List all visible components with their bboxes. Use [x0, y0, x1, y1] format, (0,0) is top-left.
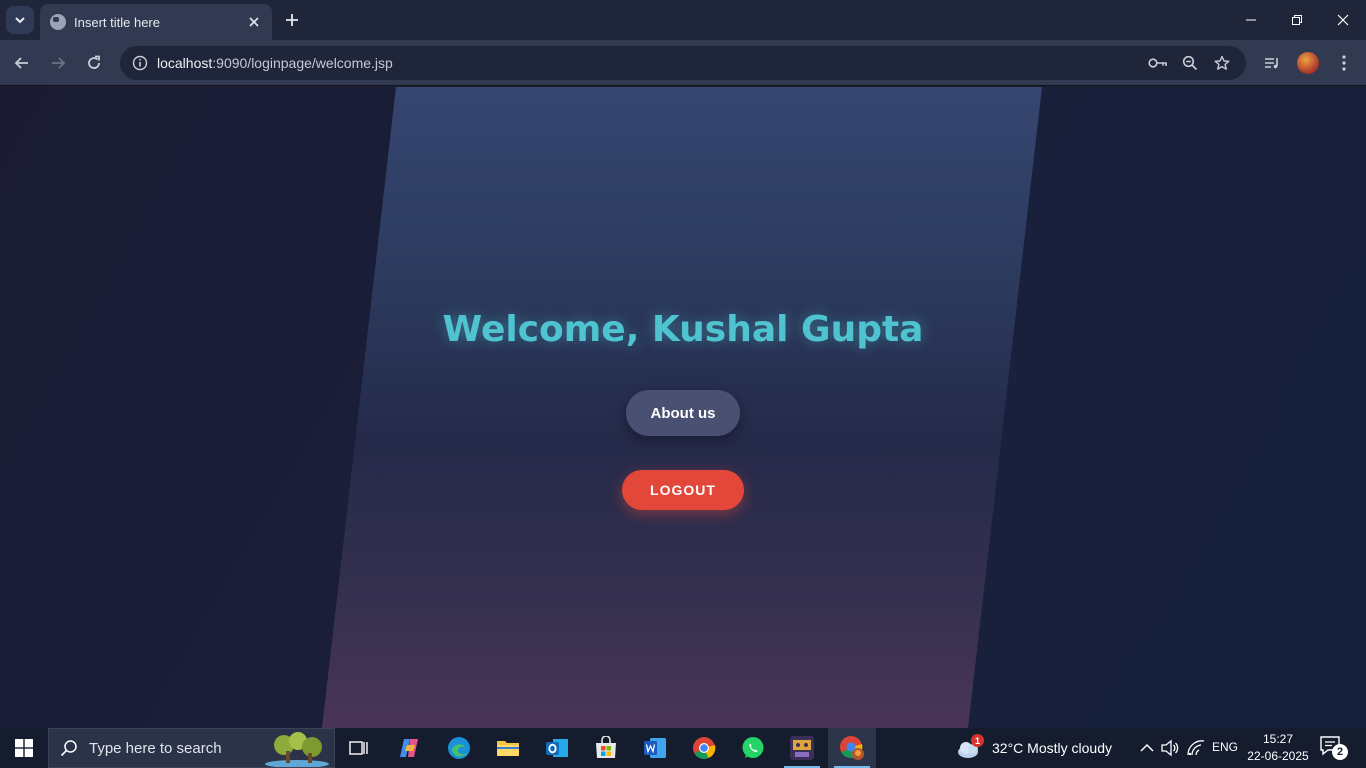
outlook-icon: [546, 739, 568, 757]
whatsapp-button[interactable]: [729, 728, 777, 768]
about-us-button[interactable]: About us: [626, 390, 740, 436]
globe-icon: [50, 14, 66, 30]
taskbar: Type here to search 1 32°C Mostly cloudy…: [0, 728, 1366, 768]
file-explorer-button[interactable]: [484, 728, 532, 768]
tab-title: Insert title here: [74, 14, 160, 30]
windows-logo-icon: [15, 739, 33, 757]
site-info-button[interactable]: [128, 51, 152, 75]
search-icon: [49, 728, 89, 768]
task-view-button[interactable]: [335, 728, 383, 768]
speaker-icon: [1161, 739, 1179, 757]
welcome-heading: Welcome, Kushal Gupta: [442, 309, 924, 350]
reload-icon: [88, 55, 100, 69]
chevron-down-icon: [15, 17, 25, 24]
clock-time: 15:27: [1262, 732, 1294, 746]
password-manager-button[interactable]: [1146, 51, 1170, 75]
whatsapp-icon: [742, 737, 764, 758]
window-close-button[interactable]: [1320, 0, 1366, 40]
browser-toolbar: localhost:9090/loginpage/welcome.jsp: [0, 40, 1366, 86]
tab-close-button[interactable]: [246, 14, 262, 30]
store-icon: [596, 736, 616, 758]
search-placeholder: Type here to search: [89, 739, 222, 757]
address-bar[interactable]: localhost:9090/loginpage/welcome.jsp: [120, 46, 1246, 80]
edge-button[interactable]: [435, 728, 483, 768]
cloud-icon: 1: [956, 734, 984, 760]
browser-menu-button[interactable]: [1330, 49, 1358, 77]
tab-list-button[interactable]: [6, 6, 34, 34]
url-host: localhost: [157, 55, 213, 71]
chrome-profile-icon: [840, 736, 864, 760]
notification-count-badge: 2: [1332, 744, 1348, 760]
microsoft-store-button[interactable]: [582, 728, 630, 768]
copilot-button[interactable]: [386, 728, 434, 768]
search-highlight-art-icon: [265, 732, 329, 767]
show-hidden-icons-button[interactable]: [1137, 738, 1157, 758]
outlook-button[interactable]: [533, 728, 581, 768]
more-vertical-icon: [1342, 55, 1346, 71]
media-control-button[interactable]: [1258, 49, 1286, 77]
word-icon: [644, 738, 666, 758]
profile-button[interactable]: [1294, 49, 1322, 77]
profile-avatar-icon: [1297, 52, 1319, 74]
browser-titlebar: Insert title here: [0, 0, 1366, 40]
close-icon: [1337, 14, 1349, 26]
restore-icon: [1292, 15, 1302, 25]
new-tab-button[interactable]: [280, 8, 304, 32]
chrome-icon: [693, 737, 716, 759]
weather-widget[interactable]: 1 32°C Mostly cloudy: [956, 728, 1112, 768]
welcome-content: Welcome, Kushal Gupta About us LOGOUT: [0, 87, 1366, 728]
chevron-up-icon: [1140, 743, 1154, 752]
star-icon: [1214, 55, 1230, 70]
folder-icon: [497, 741, 519, 756]
minimize-button[interactable]: [1228, 0, 1274, 40]
forward-arrow-icon: [52, 57, 66, 69]
task-view-icon: [349, 741, 368, 755]
restore-button[interactable]: [1274, 0, 1320, 40]
zoom-out-icon: [1182, 55, 1198, 71]
tab-active[interactable]: Insert title here: [40, 4, 272, 40]
weather-text: 32°C Mostly cloudy: [992, 740, 1112, 756]
logout-button[interactable]: LOGOUT: [622, 470, 744, 510]
weather-alert-badge: 1: [971, 734, 984, 747]
zoom-button[interactable]: [1178, 51, 1202, 75]
back-button[interactable]: [8, 49, 36, 77]
media-queue-icon: [1265, 58, 1278, 69]
bookmark-button[interactable]: [1210, 51, 1234, 75]
chrome-button[interactable]: [680, 728, 728, 768]
edge-icon: [448, 737, 470, 759]
minimize-icon: [1246, 19, 1256, 21]
reload-button[interactable]: [80, 49, 108, 77]
url-text: localhost:9090/loginpage/welcome.jsp: [157, 55, 393, 71]
word-button[interactable]: [631, 728, 679, 768]
clock-button[interactable]: 15:27 22-06-2025: [1244, 731, 1312, 765]
game-app-icon: [790, 736, 814, 760]
close-icon: [249, 17, 259, 27]
page-viewport: Welcome, Kushal Gupta About us LOGOUT: [0, 87, 1366, 728]
volume-button[interactable]: [1160, 738, 1180, 758]
start-button[interactable]: [0, 728, 48, 768]
copilot-icon: [400, 739, 418, 757]
clock-date: 22-06-2025: [1247, 749, 1309, 763]
info-icon: [132, 55, 148, 71]
wifi-icon: [1187, 740, 1205, 756]
input-language-button[interactable]: ENG: [1212, 740, 1238, 754]
forward-button[interactable]: [44, 49, 72, 77]
plus-icon: [286, 14, 298, 26]
notification-center-button[interactable]: 2: [1320, 736, 1348, 760]
key-icon: [1148, 58, 1167, 68]
network-button[interactable]: [1186, 738, 1206, 758]
back-arrow-icon: [14, 57, 28, 69]
chrome-profile-button[interactable]: [828, 728, 876, 768]
url-path: :9090/loginpage/welcome.jsp: [212, 55, 393, 71]
game-app-button[interactable]: [778, 728, 826, 768]
taskbar-search-box[interactable]: Type here to search: [48, 728, 335, 768]
